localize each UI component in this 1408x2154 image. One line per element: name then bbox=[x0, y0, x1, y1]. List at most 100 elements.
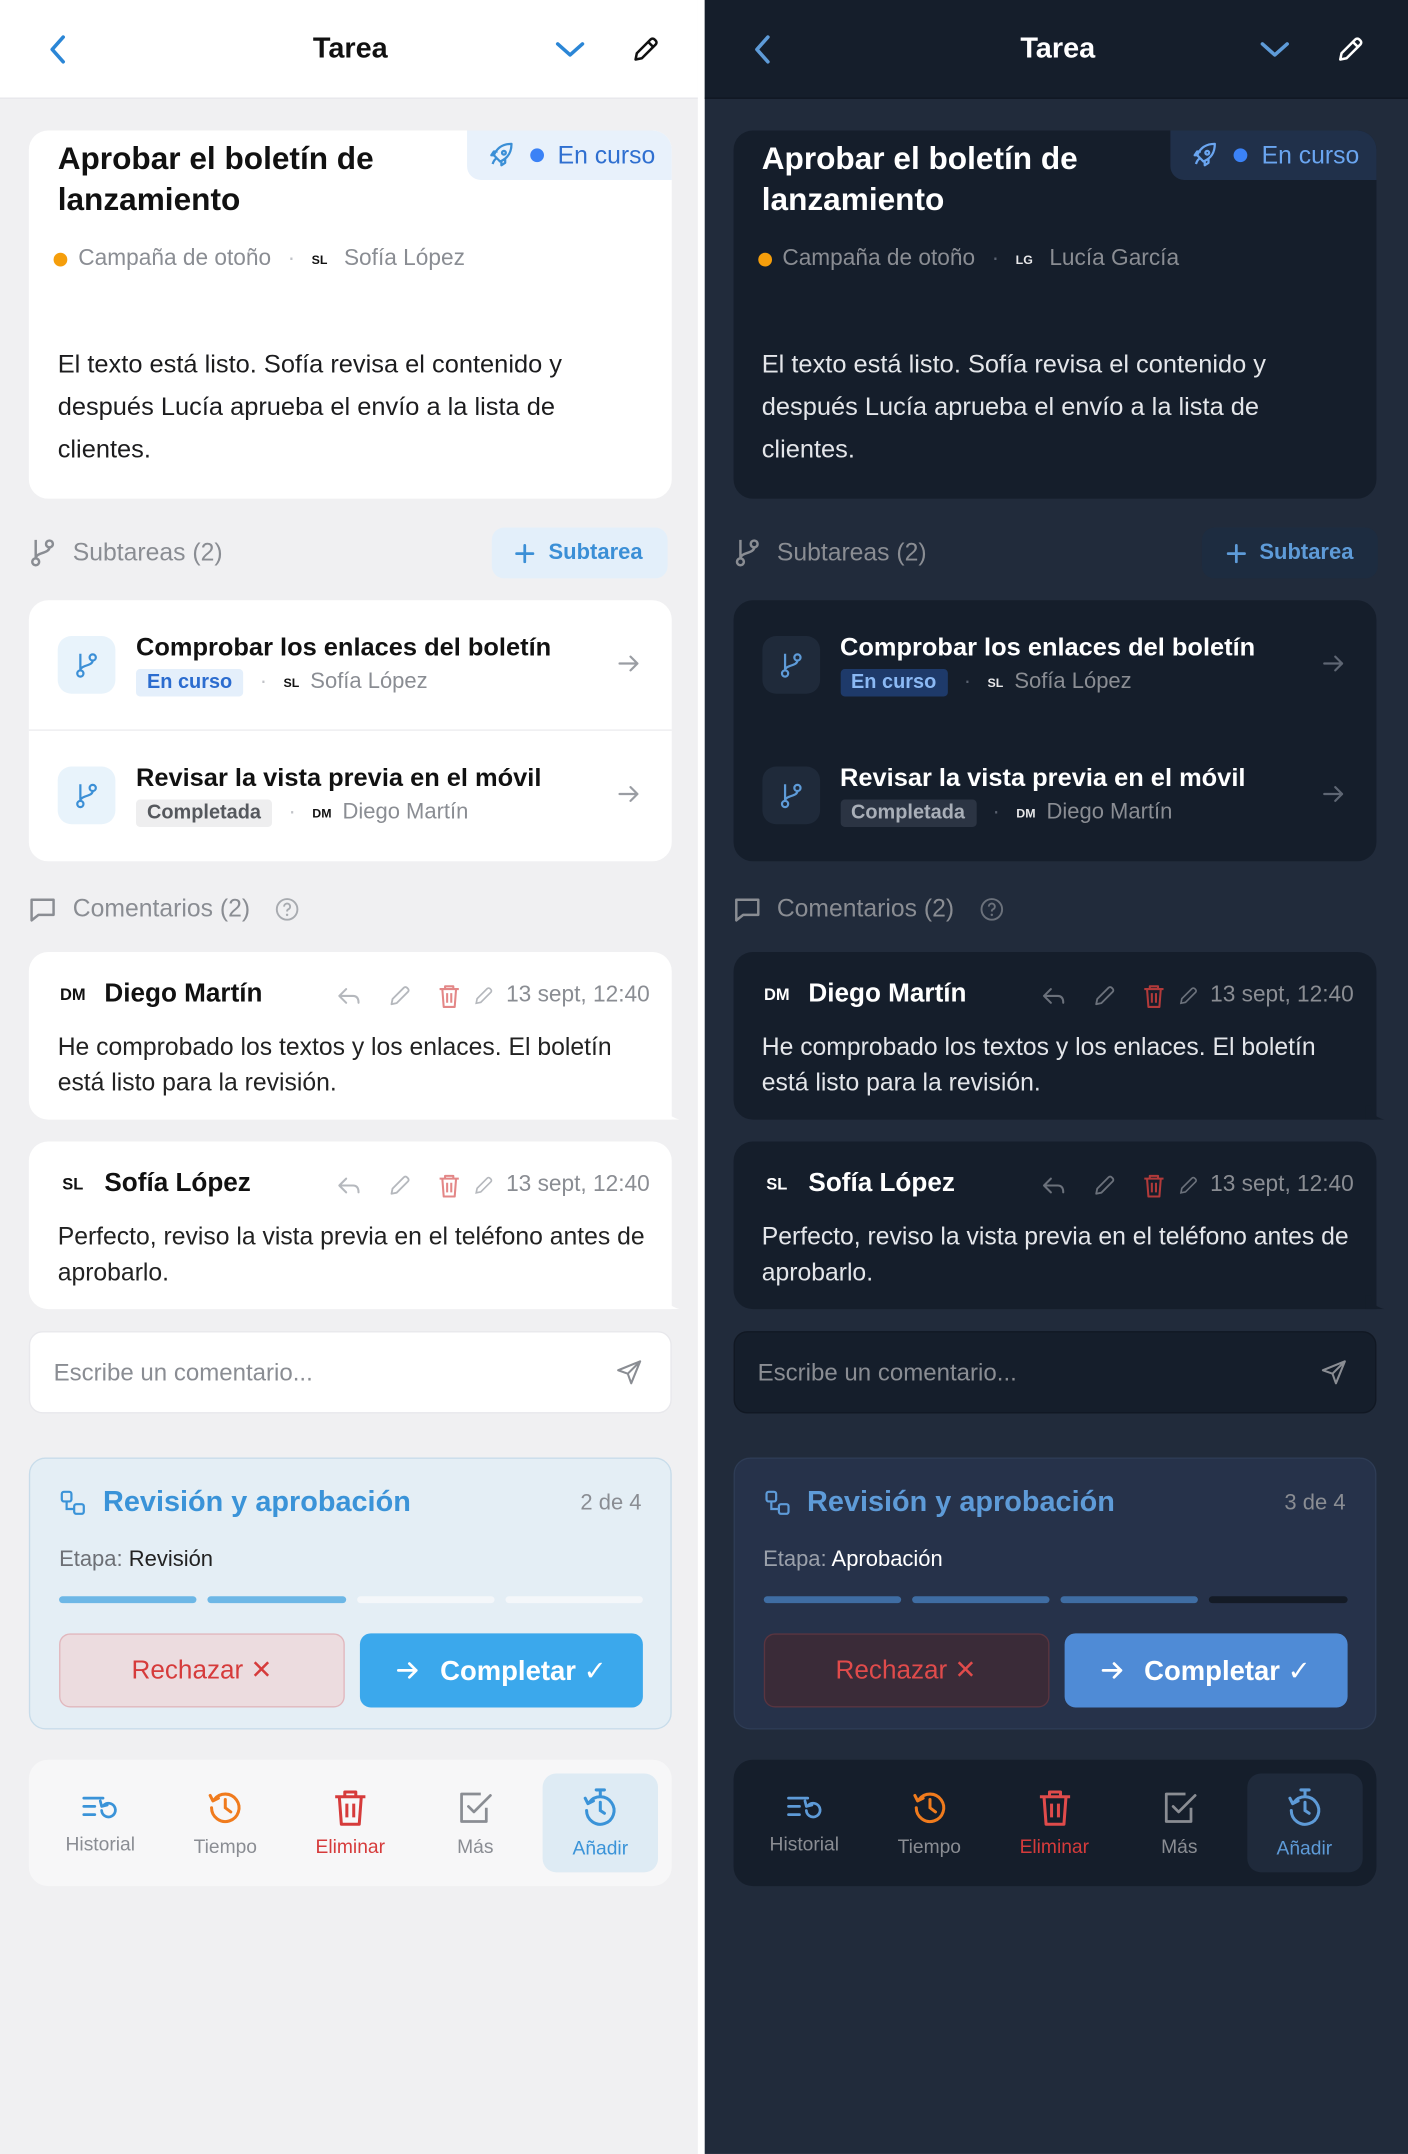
pencil-icon[interactable] bbox=[1092, 983, 1117, 1008]
toolbar-time[interactable]: Tiempo bbox=[872, 1773, 987, 1872]
chevron-down-icon bbox=[1259, 42, 1289, 57]
project-name[interactable]: Campaña de otoño bbox=[78, 246, 271, 272]
toolbar-time[interactable]: Tiempo bbox=[168, 1773, 283, 1872]
subtask-title: Revisar la vista previa en el móvil bbox=[135, 762, 542, 792]
task-meta: Campaña de otoño · LG Lucía García bbox=[757, 246, 1179, 272]
subtask-assignee: Diego Martín bbox=[1046, 800, 1173, 825]
add-subtask-button[interactable]: Subtarea bbox=[491, 527, 667, 579]
workflow-title: Revisión y aprobación bbox=[763, 1486, 1115, 1519]
subtasks-title: Subtareas (2) bbox=[776, 537, 927, 566]
add-subtask-button[interactable]: Subtarea bbox=[1201, 527, 1378, 579]
reply-icon[interactable] bbox=[337, 984, 362, 1006]
assignee-avatar: LG bbox=[1015, 252, 1033, 266]
branch-icon bbox=[780, 653, 801, 678]
edit-button[interactable] bbox=[1330, 30, 1368, 68]
subtask-icon bbox=[761, 636, 820, 694]
toolbar-add[interactable]: Añadir bbox=[1246, 1773, 1363, 1873]
edit-button[interactable] bbox=[626, 30, 664, 68]
toolbar-delete[interactable]: Eliminar bbox=[293, 1773, 408, 1872]
reject-button[interactable]: Rechazar ✕ bbox=[763, 1633, 1049, 1708]
reject-button[interactable]: Rechazar ✕ bbox=[59, 1633, 345, 1708]
comment-input[interactable]: Escribe un comentario... bbox=[28, 1331, 672, 1414]
arrow-right-icon bbox=[618, 786, 639, 802]
subtask-icon bbox=[57, 636, 116, 694]
toolbar-delete[interactable]: Eliminar bbox=[997, 1773, 1112, 1872]
reply-icon[interactable] bbox=[1041, 984, 1066, 1006]
progress-segment bbox=[207, 1596, 346, 1604]
subtask-item[interactable]: Revisar la vista previa en el móvil Comp… bbox=[733, 731, 1376, 862]
subtask-meta: Completada · DM Diego Martín bbox=[135, 799, 468, 827]
help-icon[interactable] bbox=[979, 896, 1004, 921]
status-badge[interactable]: En curso bbox=[466, 130, 672, 180]
subtask-item[interactable]: Comprobar los enlaces del boletín En cur… bbox=[733, 600, 1376, 731]
comments-header: Comentarios (2) bbox=[733, 894, 1004, 923]
branch-icon bbox=[76, 783, 97, 809]
toolbar-more[interactable]: Más bbox=[418, 1773, 533, 1872]
toolbar-history[interactable]: Historial bbox=[747, 1773, 862, 1872]
assignee-name[interactable]: Lucía García bbox=[1049, 246, 1179, 272]
reply-icon[interactable] bbox=[337, 1174, 362, 1196]
back-button[interactable] bbox=[742, 30, 780, 68]
progress-segment bbox=[356, 1596, 495, 1604]
comment-actions: 13 sept, 12:40 bbox=[337, 982, 650, 1008]
send-icon[interactable] bbox=[615, 1359, 642, 1386]
trash-icon[interactable] bbox=[1143, 983, 1165, 1008]
checkbox-icon bbox=[460, 1792, 492, 1823]
subtask-item[interactable]: Comprobar los enlaces del boletín En cur… bbox=[28, 600, 672, 731]
pencil-icon[interactable] bbox=[388, 983, 413, 1008]
plus-icon bbox=[515, 543, 535, 563]
status-label: En curso bbox=[557, 140, 656, 169]
trash-icon[interactable] bbox=[439, 983, 461, 1008]
chevron-left-icon bbox=[50, 35, 65, 64]
reply-icon[interactable] bbox=[1041, 1174, 1066, 1196]
branch-icon bbox=[76, 653, 97, 678]
subtask-meta: En curso · SL Sofía López bbox=[840, 668, 1132, 697]
bottom-toolbar: Historial Tiempo Eliminar Más Añadir bbox=[28, 1759, 672, 1887]
status-badge[interactable]: En curso bbox=[1171, 130, 1376, 180]
rocket-icon bbox=[490, 142, 513, 167]
help-icon[interactable] bbox=[275, 896, 300, 921]
workflow-card: Revisión y aprobación 3 de 4 Etapa: Apro… bbox=[732, 1457, 1376, 1730]
arrow-right-icon bbox=[1322, 655, 1343, 672]
back-button[interactable] bbox=[38, 30, 76, 68]
assignee-avatar: SL bbox=[283, 675, 300, 690]
collapse-button[interactable] bbox=[551, 30, 589, 68]
avatar: SL bbox=[766, 1174, 788, 1194]
toolbar-history[interactable]: Historial bbox=[43, 1773, 158, 1872]
arrow-right-icon bbox=[618, 655, 639, 672]
branch-icon bbox=[735, 539, 759, 567]
complete-button[interactable]: Completar ✓ bbox=[1063, 1633, 1347, 1708]
comment-input[interactable]: Escribe un comentario... bbox=[732, 1331, 1376, 1414]
trash-icon[interactable] bbox=[439, 1172, 461, 1197]
bubble-tail bbox=[1364, 1105, 1385, 1120]
subtasks-header: Subtareas (2) bbox=[733, 537, 927, 567]
comment-date: 13 sept, 12:40 bbox=[506, 1171, 650, 1197]
assignee-name[interactable]: Sofía López bbox=[344, 246, 465, 272]
comment-author: DM Diego Martín bbox=[762, 979, 966, 1009]
avatar: SL bbox=[62, 1174, 84, 1194]
trash-icon[interactable] bbox=[1143, 1172, 1165, 1197]
project-name[interactable]: Campaña de otoño bbox=[782, 246, 975, 272]
subtasks-list: Comprobar los enlaces del boletín En cur… bbox=[28, 600, 672, 862]
subtask-status-badge: Completada bbox=[135, 799, 272, 827]
send-icon[interactable] bbox=[1319, 1359, 1346, 1386]
comment-placeholder: Escribe un comentario... bbox=[757, 1357, 1017, 1386]
comment-icon bbox=[30, 897, 55, 921]
comment-text: He comprobado los textos y los enlaces. … bbox=[761, 1033, 1316, 1097]
pencil-icon[interactable] bbox=[388, 1172, 413, 1197]
collapse-button[interactable] bbox=[1255, 30, 1293, 68]
toolbar-add[interactable]: Añadir bbox=[542, 1773, 659, 1873]
comment-card: SL Sofía López 13 sept, 12:40 Perfecto, … bbox=[28, 1141, 680, 1310]
pencil-icon[interactable] bbox=[1092, 1172, 1117, 1197]
checkbox-icon bbox=[1164, 1792, 1196, 1823]
history-icon bbox=[82, 1796, 117, 1819]
assignee-avatar: DM bbox=[1016, 806, 1036, 821]
toolbar-more[interactable]: Más bbox=[1122, 1773, 1237, 1872]
subtasks-header: Subtareas (2) bbox=[29, 537, 223, 567]
dark-theme-panel: Tarea Aprobar el boletín de lanzamiento … bbox=[704, 0, 1408, 2154]
subtask-status-badge: En curso bbox=[840, 668, 948, 697]
subtask-item[interactable]: Revisar la vista previa en el móvil Comp… bbox=[29, 731, 672, 862]
subtask-meta: Completada · DM Diego Martín bbox=[840, 799, 1173, 827]
pencil-icon bbox=[1338, 37, 1362, 61]
complete-button[interactable]: Completar ✓ bbox=[359, 1633, 643, 1708]
